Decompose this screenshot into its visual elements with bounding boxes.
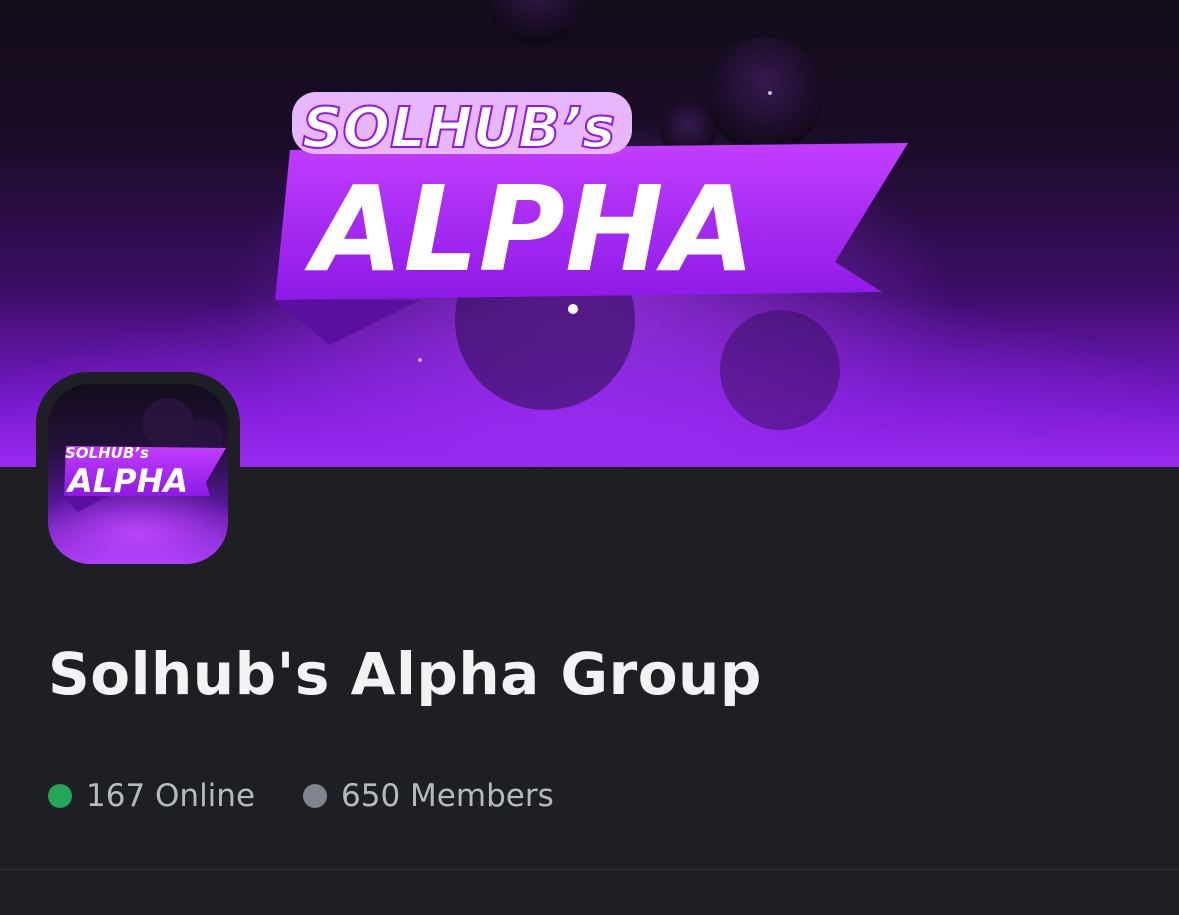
- avatar-title-large: ALPHA: [65, 462, 188, 500]
- online-status-icon: [48, 784, 72, 808]
- bubble-shape: [707, 37, 823, 153]
- server-name: Solhub's Alpha Group: [48, 640, 762, 708]
- banner-title-large: ALPHA: [304, 160, 755, 298]
- bubble-shape: [487, 0, 587, 45]
- bubble-shape: [720, 310, 840, 430]
- server-stats: 167 Online 650 Members: [48, 778, 554, 814]
- banner-title-small: SOLHUB’s: [302, 96, 615, 161]
- member-count: 650 Members: [303, 778, 554, 814]
- avatar-artwork: SOLHUB’s ALPHA: [64, 398, 226, 512]
- section-divider: [0, 869, 1179, 870]
- sparkle-shape: [768, 91, 772, 95]
- online-count-label: 167 Online: [86, 778, 256, 814]
- server-profile: SOLHUB’s ALPHA SOLHUB’s ALPHA Solhub's A…: [0, 0, 1179, 915]
- sparkle-shape: [568, 304, 578, 314]
- sparkle-shape: [418, 358, 422, 362]
- members-status-icon: [303, 784, 328, 808]
- avatar-title-small: SOLHUB’s: [65, 444, 149, 462]
- server-avatar[interactable]: SOLHUB’s ALPHA: [48, 384, 228, 564]
- banner-ribbon-fold: [275, 300, 420, 345]
- online-count: 167 Online: [48, 778, 255, 814]
- server-avatar-frame: SOLHUB’s ALPHA: [36, 372, 240, 576]
- member-count-label: 650 Members: [341, 778, 554, 814]
